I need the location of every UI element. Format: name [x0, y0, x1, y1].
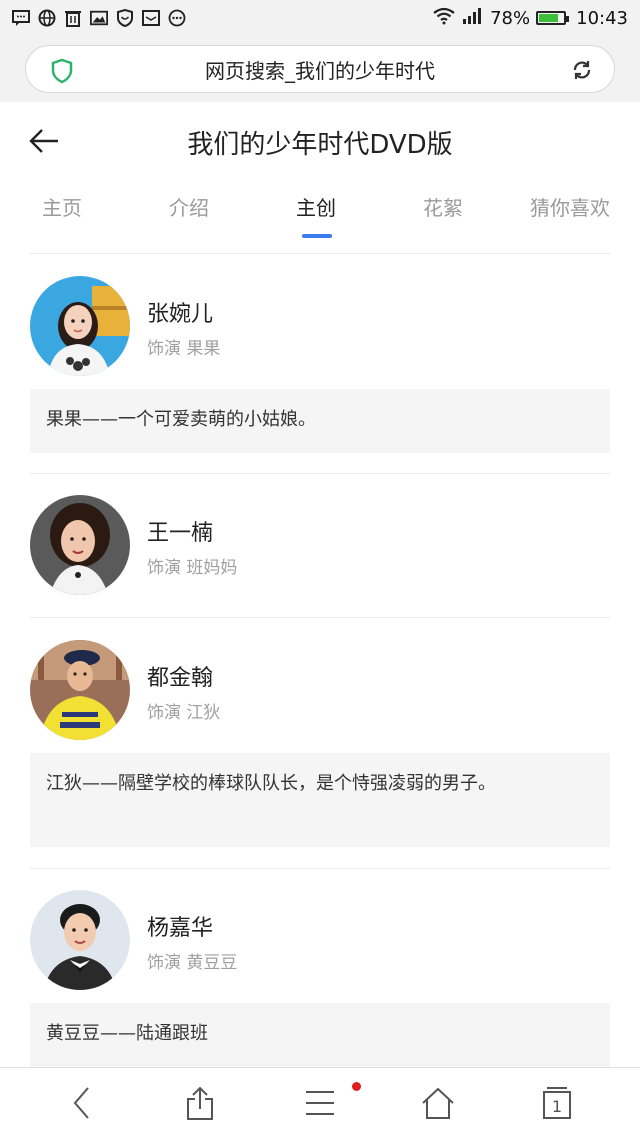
share-icon[interactable] — [180, 1084, 220, 1122]
page-header: 我们的少年时代DVD版 — [0, 102, 640, 182]
tab-bar: 主页 介绍 主创 花絮 猜你喜欢 — [0, 182, 640, 238]
cast-item[interactable]: 王一楠 饰演 班妈妈 — [30, 495, 610, 595]
cast-role: 饰演 果果 — [147, 339, 221, 359]
cast-item[interactable]: 杨嘉华 饰演 黄豆豆 黄豆豆——陆通跟班 — [30, 890, 610, 1068]
cast-role: 饰演 江狄 — [147, 703, 221, 723]
trash-icon — [64, 9, 82, 27]
menu-icon[interactable] — [300, 1084, 340, 1122]
battery-fill — [539, 14, 558, 22]
divider — [30, 617, 610, 618]
tab-count: 1 — [552, 1097, 562, 1116]
back-icon[interactable] — [62, 1084, 102, 1122]
bottom-navigation: 1 — [0, 1067, 640, 1138]
cast-description: 黄豆豆——陆通跟班 — [30, 1003, 610, 1067]
avatar[interactable] — [30, 640, 130, 740]
url-text[interactable]: 网页搜索_我们的少年时代 — [26, 55, 614, 84]
cast-description: 江狄——隔壁学校的棒球队队长，是个恃强凌弱的男子。 — [30, 753, 610, 847]
wifi-icon — [432, 7, 456, 30]
mail-icon — [142, 9, 160, 27]
divider — [30, 473, 610, 474]
status-bar: 78% 10:43 — [0, 0, 640, 36]
cast-role: 饰演 班妈妈 — [147, 558, 238, 578]
more-dots-icon — [168, 9, 186, 27]
address-bar[interactable]: 网页搜索_我们的少年时代 — [25, 45, 615, 93]
tab-home[interactable]: 主页 — [42, 192, 82, 221]
notification-icons — [12, 9, 186, 27]
divider — [30, 868, 610, 869]
cast-item[interactable]: 都金翰 饰演 江狄 江狄——隔壁学校的棒球队队长，是个恃强凌弱的男子。 — [30, 640, 610, 848]
battery-percent: 78% — [490, 7, 531, 29]
signal-icon — [462, 7, 484, 30]
clock: 10:43 — [576, 7, 628, 29]
notification-dot — [352, 1082, 361, 1091]
home-icon[interactable] — [418, 1084, 458, 1122]
cast-name: 张婉儿 — [147, 302, 214, 327]
message-icon — [12, 9, 30, 27]
cast-name: 王一楠 — [147, 521, 214, 546]
battery-icon — [536, 11, 570, 25]
avatar[interactable] — [30, 890, 130, 990]
browser-toolbar: 网页搜索_我们的少年时代 — [0, 36, 640, 102]
avatar[interactable] — [30, 276, 130, 376]
tabs-icon[interactable]: 1 — [537, 1084, 577, 1122]
globe-icon — [38, 9, 56, 27]
cast-item[interactable]: 张婉儿 饰演 果果 果果——一个可爱卖萌的小姑娘。 — [30, 276, 610, 456]
tab-intro[interactable]: 介绍 — [169, 192, 209, 221]
cast-role: 饰演 黄豆豆 — [147, 953, 238, 973]
security-shield-icon[interactable] — [50, 58, 74, 88]
tab-extras[interactable]: 花絮 — [423, 192, 463, 221]
tab-creators[interactable]: 主创 — [296, 192, 336, 221]
reload-icon[interactable] — [570, 58, 594, 86]
avatar[interactable] — [30, 495, 130, 595]
cast-name: 杨嘉华 — [147, 916, 214, 941]
system-status: 78% 10:43 — [432, 7, 628, 30]
cast-name: 都金翰 — [147, 666, 214, 691]
shield-status-icon — [116, 9, 134, 27]
page-title: 我们的少年时代DVD版 — [187, 130, 453, 160]
divider — [30, 253, 610, 254]
tab-recommend[interactable]: 猜你喜欢 — [530, 192, 610, 221]
image-icon — [90, 9, 108, 27]
cast-description: 果果——一个可爱卖萌的小姑娘。 — [30, 389, 610, 453]
active-tab-indicator — [302, 234, 332, 238]
